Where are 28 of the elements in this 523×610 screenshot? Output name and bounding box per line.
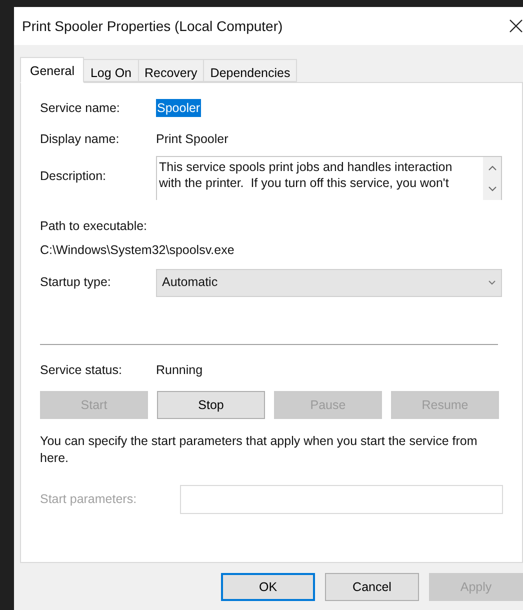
tab[interactable]: Recovery bbox=[138, 59, 204, 82]
description-text: with the printer. If you turn off this service, you won't bbox=[159, 175, 450, 191]
action-button[interactable]: Stop bbox=[157, 391, 265, 420]
field-label: Service status: bbox=[40, 362, 123, 378]
display-name-value: Print Spooler bbox=[156, 130, 228, 148]
service-status-value: Running bbox=[156, 362, 203, 379]
scroll-down-icon[interactable] bbox=[488, 186, 496, 192]
close-icon[interactable] bbox=[509, 19, 523, 33]
hint-text: You can specify the start parameters that apply when you start the service from here. bbox=[40, 433, 478, 468]
startup-type-dropdown[interactable]: Automatic bbox=[156, 268, 502, 296]
description-box[interactable]: This service spools print jobs and handles interaction with the printer. If you turn off this service, you won't bbox=[156, 156, 502, 200]
tab[interactable]: General bbox=[20, 57, 84, 83]
field-label: Display name: bbox=[40, 130, 120, 148]
action-button[interactable]: Cancel bbox=[325, 573, 420, 601]
tab[interactable]: Dependencies bbox=[203, 59, 298, 82]
scroll-up-icon[interactable] bbox=[488, 164, 496, 171]
field-label: Description: bbox=[40, 168, 107, 185]
description-text: This service spools print jobs and handles interaction bbox=[159, 159, 454, 175]
action-button[interactable]: OK bbox=[221, 573, 316, 601]
window-title: Print Spooler Properties (Local Computer) bbox=[22, 16, 283, 36]
field-label: Path to executable: bbox=[40, 218, 148, 235]
field-label: Start parameters: bbox=[40, 491, 138, 508]
tab[interactable]: Log On bbox=[83, 59, 138, 82]
chevron-down-icon bbox=[488, 280, 496, 285]
field-label: Startup type: bbox=[40, 274, 112, 292]
service-name-value[interactable]: Spooler bbox=[156, 98, 202, 118]
path-value: C:\Windows\System32\spoolsv.exe bbox=[40, 242, 236, 259]
field-label: Service name: bbox=[40, 100, 121, 117]
